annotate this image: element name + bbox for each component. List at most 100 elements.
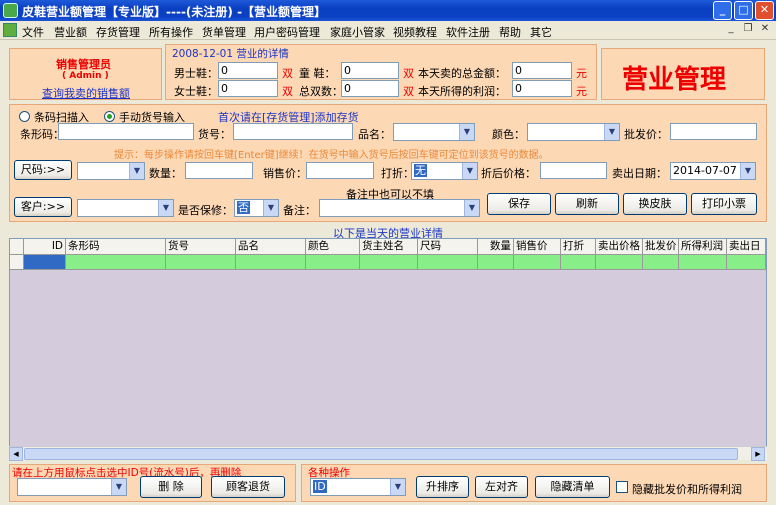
remark-select[interactable]: ▼ <box>319 199 480 217</box>
wholesale-label: 批发价： <box>624 128 668 141</box>
col-name[interactable]: 品名 <box>236 239 306 255</box>
table-cell[interactable] <box>679 255 727 270</box>
minimize-button[interactable]: _ <box>713 1 732 20</box>
delete-select[interactable]: ▼ <box>17 478 127 496</box>
col-sold-date[interactable]: 卖出日 <box>727 239 766 255</box>
mdi-close-icon[interactable]: ✕ <box>758 23 772 36</box>
menu-other[interactable]: 其它 <box>530 24 552 40</box>
date-picker[interactable]: 2014-07-07 ▼ <box>670 162 756 180</box>
table-cell[interactable] <box>236 255 306 270</box>
col-qty[interactable]: 数量 <box>478 239 514 255</box>
kids-label: 童 鞋： <box>299 67 336 80</box>
menu-orders[interactable]: 货单管理 <box>202 24 246 40</box>
customer-return-button[interactable]: 顾客退货 <box>211 476 285 498</box>
hide-list-button[interactable]: 隐藏清单 <box>535 476 610 498</box>
item-no-input[interactable] <box>233 123 353 140</box>
col-sold-price[interactable]: 卖出价格 <box>596 239 643 255</box>
col-item-no[interactable]: 货号 <box>166 239 236 255</box>
print-receipt-button[interactable]: 打印小票 <box>691 193 757 215</box>
col-profit[interactable]: 所得利润 <box>679 239 727 255</box>
table-cell[interactable] <box>514 255 561 270</box>
size-button[interactable]: 尺码:>> <box>14 160 72 180</box>
menu-all-ops[interactable]: 所有操作 <box>149 24 193 40</box>
table-cell[interactable] <box>306 255 360 270</box>
table-cell[interactable] <box>166 255 236 270</box>
horizontal-scrollbar[interactable]: ◀ ▶ <box>9 446 767 461</box>
men-field[interactable]: 0 <box>218 62 278 79</box>
menu-sales[interactable]: 营业额 <box>54 24 87 40</box>
table-cell[interactable] <box>561 255 596 270</box>
col-wholesale[interactable]: 批发价 <box>643 239 679 255</box>
total-sales-unit: 元 <box>576 67 587 80</box>
women-unit: 双 <box>282 85 293 98</box>
my-sales-link[interactable]: 查询我卖的销售额 <box>42 85 130 101</box>
menu-stock[interactable]: 存货管理 <box>96 24 140 40</box>
change-skin-button[interactable]: 换皮肤 <box>623 193 687 215</box>
total-sales-field[interactable]: 0 <box>512 62 572 79</box>
sort-asc-button[interactable]: 升排序 <box>416 476 469 498</box>
table-cell[interactable] <box>24 255 66 270</box>
barcode-radio[interactable] <box>19 111 30 122</box>
col-price[interactable]: 销售价 <box>514 239 561 255</box>
account-panel: 销售管理员 ( Admin ) 查询我卖的销售额 <box>9 48 162 100</box>
after-price-input[interactable] <box>540 162 607 179</box>
total-pairs-field[interactable]: 0 <box>341 80 399 97</box>
ops-value: ID <box>313 480 327 493</box>
col-id[interactable]: ID <box>24 239 66 255</box>
mdi-minimize-icon[interactable]: _ <box>724 23 738 36</box>
total-pairs-unit: 双 <box>403 85 414 98</box>
date-value: 2014-07-07 <box>673 164 737 177</box>
table-cell[interactable] <box>596 255 643 270</box>
mdi-restore-icon[interactable]: ❐ <box>741 23 755 36</box>
table-cell[interactable] <box>418 255 478 270</box>
close-button[interactable]: ✕ <box>755 1 774 20</box>
scroll-thumb[interactable] <box>24 448 738 460</box>
hide-profit-checkbox[interactable] <box>616 481 628 493</box>
wholesale-input[interactable] <box>670 123 757 140</box>
col-size[interactable]: 尺码 <box>418 239 478 255</box>
sales-grid[interactable]: ID 条形码 货号 品名 颜色 货主姓名 尺码 数量 销售价 打折 卖出价格 批… <box>9 238 767 460</box>
menu-help[interactable]: 帮助 <box>499 24 521 40</box>
warranty-select[interactable]: 否 ▼ <box>234 199 279 217</box>
qty-input[interactable] <box>185 162 253 179</box>
align-left-button[interactable]: 左对齐 <box>475 476 528 498</box>
save-button[interactable]: 保存 <box>487 193 551 215</box>
menu-family[interactable]: 家庭小管家 <box>330 24 385 40</box>
color-select[interactable]: ▼ <box>527 123 620 141</box>
col-owner[interactable]: 货主姓名 <box>360 239 418 255</box>
col-color[interactable]: 颜色 <box>306 239 360 255</box>
manual-radio[interactable] <box>104 111 115 122</box>
table-cell[interactable] <box>66 255 166 270</box>
menu-register[interactable]: 软件注册 <box>446 24 490 40</box>
col-discount[interactable]: 打折 <box>561 239 596 255</box>
delete-button[interactable]: 删 除 <box>140 476 202 498</box>
maximize-button[interactable]: □ <box>734 1 753 20</box>
table-cell[interactable] <box>727 255 766 270</box>
name-select[interactable]: ▼ <box>393 123 475 141</box>
table-cell[interactable] <box>478 255 514 270</box>
item-no-label: 货号： <box>198 128 231 141</box>
date-label: 卖出日期： <box>612 167 667 180</box>
barcode-input[interactable] <box>58 123 194 140</box>
profit-field[interactable]: 0 <box>512 80 572 97</box>
refresh-button[interactable]: 刷新 <box>555 193 619 215</box>
menu-file[interactable]: 文件 <box>22 24 44 40</box>
menu-password[interactable]: 用户密码管理 <box>254 24 320 40</box>
size-select[interactable]: ▼ <box>77 162 145 180</box>
warranty-value: 否 <box>237 201 250 214</box>
color-label: 颜色： <box>492 128 525 141</box>
kids-field[interactable]: 0 <box>341 62 399 79</box>
menu-video[interactable]: 视频教程 <box>393 24 437 40</box>
discount-select[interactable]: 无 ▼ <box>411 162 478 180</box>
ops-select[interactable]: ID ▼ <box>310 478 406 496</box>
scroll-left-icon[interactable]: ◀ <box>9 447 23 461</box>
women-field[interactable]: 0 <box>218 80 278 97</box>
customer-select[interactable]: ▼ <box>77 199 174 217</box>
table-cell[interactable] <box>643 255 679 270</box>
col-barcode[interactable]: 条形码 <box>66 239 166 255</box>
price-input[interactable] <box>306 162 374 179</box>
customer-button[interactable]: 客户:>> <box>14 197 72 217</box>
table-cell[interactable] <box>360 255 418 270</box>
row-selector[interactable] <box>10 255 24 270</box>
scroll-right-icon[interactable]: ▶ <box>751 447 765 461</box>
